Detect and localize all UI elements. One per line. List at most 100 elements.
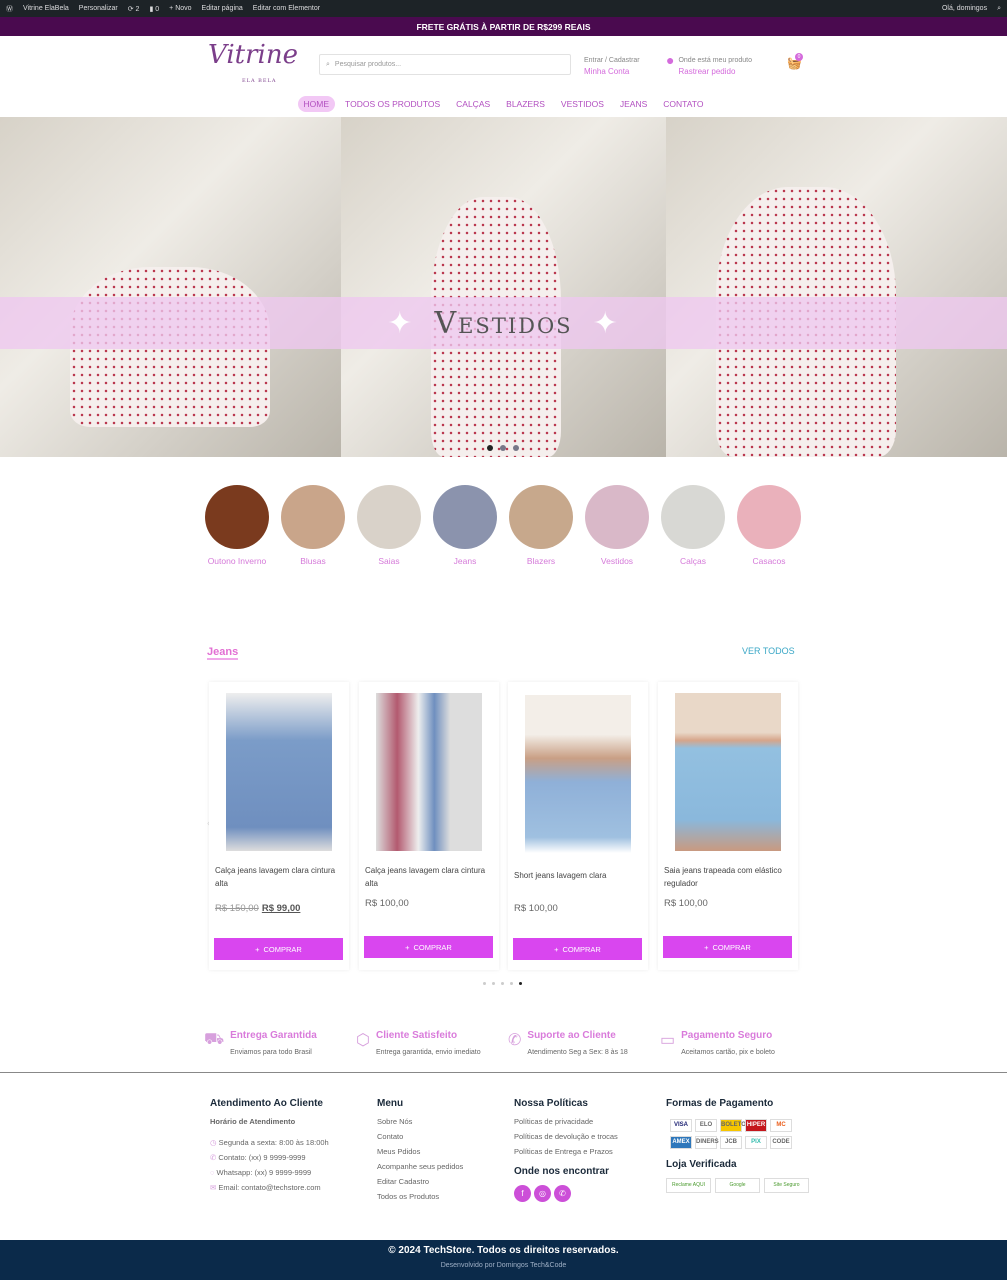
search-icon[interactable]: ⌕ bbox=[997, 5, 1001, 13]
category-outono-inverno[interactable]: Outono Inverno bbox=[205, 485, 269, 566]
feature-text: Enviamos para todo Brasil bbox=[230, 1049, 312, 1056]
whatsapp-item[interactable]: ◌ Whatsapp: (xx) 9 9999-9999 bbox=[210, 1168, 329, 1177]
category-calcas[interactable]: Calças bbox=[661, 485, 725, 566]
whatsapp-icon[interactable]: ✆ bbox=[554, 1185, 571, 1202]
buy-button[interactable]: + COMPRAR bbox=[214, 938, 343, 960]
nav-vestidos[interactable]: VESTIDOS bbox=[555, 96, 610, 112]
email-item[interactable]: ✉ Email: contato@techstore.com bbox=[210, 1183, 329, 1192]
carousel-dot[interactable] bbox=[510, 982, 513, 985]
google-seal[interactable]: Google bbox=[715, 1178, 760, 1193]
product-price: R$ 100,00 bbox=[664, 898, 708, 909]
hours-item: ◷ Segunda a sexta: 8:00 às 18:00h bbox=[210, 1138, 329, 1147]
footer-link[interactable]: Políticas de Entrega e Prazos bbox=[514, 1147, 618, 1156]
reclame-aqui-seal[interactable]: Reclame AQUI bbox=[666, 1178, 711, 1193]
carousel-dot[interactable] bbox=[519, 982, 522, 985]
product-image[interactable] bbox=[226, 693, 332, 851]
footer-link[interactable]: Sobre Nós bbox=[377, 1117, 463, 1126]
footer-heading: Loja Verificada bbox=[666, 1159, 737, 1170]
nav-blazers[interactable]: BLAZERS bbox=[500, 96, 551, 112]
copyright: © 2024 TechStore. Todos os direitos rese… bbox=[388, 1245, 619, 1256]
admin-greeting[interactable]: Olá, domingos bbox=[942, 5, 987, 12]
developer-credit[interactable]: Desenvolvido por Domingos Tech&Code bbox=[0, 1262, 1007, 1269]
footer-link[interactable]: Contato bbox=[377, 1132, 463, 1141]
buy-label: COMPRAR bbox=[562, 944, 601, 954]
category-vestidos[interactable]: Vestidos bbox=[585, 485, 649, 566]
nav-jeans[interactable]: JEANS bbox=[614, 96, 653, 112]
slider-dot[interactable] bbox=[500, 445, 506, 451]
wordpress-icon[interactable]: Ⓦ bbox=[6, 4, 13, 14]
amex-icon: AMEX bbox=[670, 1136, 692, 1149]
carousel-dot[interactable] bbox=[483, 982, 486, 985]
divider bbox=[0, 1072, 1007, 1073]
product-card[interactable]: Saia jeans trapeada com elástico regulad… bbox=[658, 682, 798, 970]
plus-icon: + bbox=[255, 944, 260, 954]
category-casacos[interactable]: Casacos bbox=[737, 485, 801, 566]
carousel-dot[interactable] bbox=[492, 982, 495, 985]
contact-item[interactable]: ✆ Contato: (xx) 9 9999-9999 bbox=[210, 1153, 329, 1162]
comments-count: 0 bbox=[155, 5, 160, 13]
footer-link[interactable]: Acompanhe seus pedidos bbox=[377, 1162, 463, 1171]
slider-dot[interactable] bbox=[487, 445, 493, 451]
admin-updates-link[interactable]: ⟳ 2 bbox=[128, 5, 140, 13]
buy-button[interactable]: + COMPRAR bbox=[364, 936, 493, 958]
product-image[interactable] bbox=[525, 695, 631, 853]
carousel-dot[interactable] bbox=[501, 982, 504, 985]
footer-link[interactable]: Meus Pdidos bbox=[377, 1147, 463, 1156]
logo[interactable]: Vitrine ELA BELA bbox=[208, 40, 298, 90]
credit-card-icon: ▭ bbox=[660, 1032, 676, 1049]
product-card[interactable]: Calça jeans lavagem clara cintura alta R… bbox=[209, 682, 349, 970]
hero-slider[interactable] bbox=[0, 117, 1007, 457]
footer-link[interactable]: Políticas de devolução e trocas bbox=[514, 1132, 618, 1141]
truck-icon: ⛟ bbox=[204, 1031, 225, 1048]
admin-comments-link[interactable]: ▮ 0 bbox=[149, 5, 159, 13]
footer-link[interactable]: Editar Cadastro bbox=[377, 1177, 463, 1186]
footer-link[interactable]: Todos os Produtos bbox=[377, 1192, 463, 1201]
site-seguro-seal[interactable]: Site Seguro bbox=[764, 1178, 809, 1193]
product-name[interactable]: Calça jeans lavagem clara cintura alta bbox=[365, 864, 495, 890]
buy-button[interactable]: + COMPRAR bbox=[663, 936, 792, 958]
instagram-icon[interactable]: ◎ bbox=[534, 1185, 551, 1202]
product-name[interactable]: Saia jeans trapeada com elástico regulad… bbox=[664, 864, 794, 890]
footer-heading: Nossa Políticas bbox=[514, 1098, 588, 1109]
product-card[interactable]: Calça jeans lavagem clara cintura alta R… bbox=[359, 682, 499, 970]
feature-payment: ▭ Pagamento Seguro Aceitamos cartão, pix e… bbox=[660, 1030, 775, 1059]
admin-edit-page-link[interactable]: Editar página bbox=[202, 5, 243, 12]
nav-contato[interactable]: CONTATO bbox=[657, 96, 709, 112]
nav-all-products[interactable]: TODOS OS PRODUTOS bbox=[339, 96, 446, 112]
cart-icon[interactable]: 🧺 0 bbox=[787, 53, 803, 70]
category-saias[interactable]: Saias bbox=[357, 485, 421, 566]
facebook-icon[interactable]: f bbox=[514, 1185, 531, 1202]
nav-calcas[interactable]: CALÇAS bbox=[450, 96, 496, 112]
admin-new-link[interactable]: + Novo bbox=[169, 5, 191, 12]
footer-link[interactable]: Políticas de privacidade bbox=[514, 1117, 618, 1126]
nav-home[interactable]: HOME bbox=[297, 96, 336, 112]
admin-customize-link[interactable]: Personalizar bbox=[79, 5, 118, 12]
search-icon: ⌕ bbox=[326, 60, 330, 68]
logo-subtext: ELA BELA bbox=[242, 78, 277, 84]
product-name[interactable]: Short jeans lavagem clara bbox=[514, 869, 644, 882]
admin-bar: Ⓦ Vitrine ElaBela Personalizar ⟳ 2 ▮ 0 +… bbox=[0, 0, 1007, 17]
admin-site-link[interactable]: Vitrine ElaBela bbox=[23, 5, 69, 12]
category-jeans[interactable]: Jeans bbox=[433, 485, 497, 566]
see-all-link[interactable]: VER TODOS bbox=[742, 646, 795, 656]
whatsapp-text: Whatsapp: (xx) 9 9999-9999 bbox=[216, 1168, 312, 1177]
buy-button[interactable]: + COMPRAR bbox=[513, 938, 642, 960]
boleto-icon: BOLETO bbox=[720, 1119, 746, 1132]
account-link[interactable]: Entrar / Cadastrar Minha Conta bbox=[584, 55, 640, 78]
clock-icon: ◷ bbox=[210, 1138, 219, 1147]
buy-label: COMPRAR bbox=[263, 944, 302, 954]
product-name[interactable]: Calça jeans lavagem clara cintura alta bbox=[215, 864, 345, 890]
product-price: R$ 100,00 bbox=[514, 903, 558, 914]
category-blazers[interactable]: Blazers bbox=[509, 485, 573, 566]
search-input[interactable]: ⌕ Pesquisar produtos... bbox=[319, 54, 571, 75]
slider-dot[interactable] bbox=[513, 445, 519, 451]
product-card[interactable]: Short jeans lavagem clara R$ 100,00 + COM… bbox=[508, 682, 648, 970]
section-title: Jeans bbox=[207, 646, 239, 660]
track-order-link[interactable]: ● Onde está meu produto Rastrear pedido bbox=[666, 53, 752, 78]
admin-elementor-link[interactable]: Editar com Elementor bbox=[253, 5, 320, 12]
product-image[interactable] bbox=[675, 693, 781, 851]
category-blusas[interactable]: Blusas bbox=[281, 485, 345, 566]
product-image[interactable] bbox=[376, 693, 482, 851]
barcode-icon: CODE bbox=[770, 1136, 792, 1149]
footer-heading: Atendimento Ao Cliente bbox=[210, 1098, 323, 1109]
